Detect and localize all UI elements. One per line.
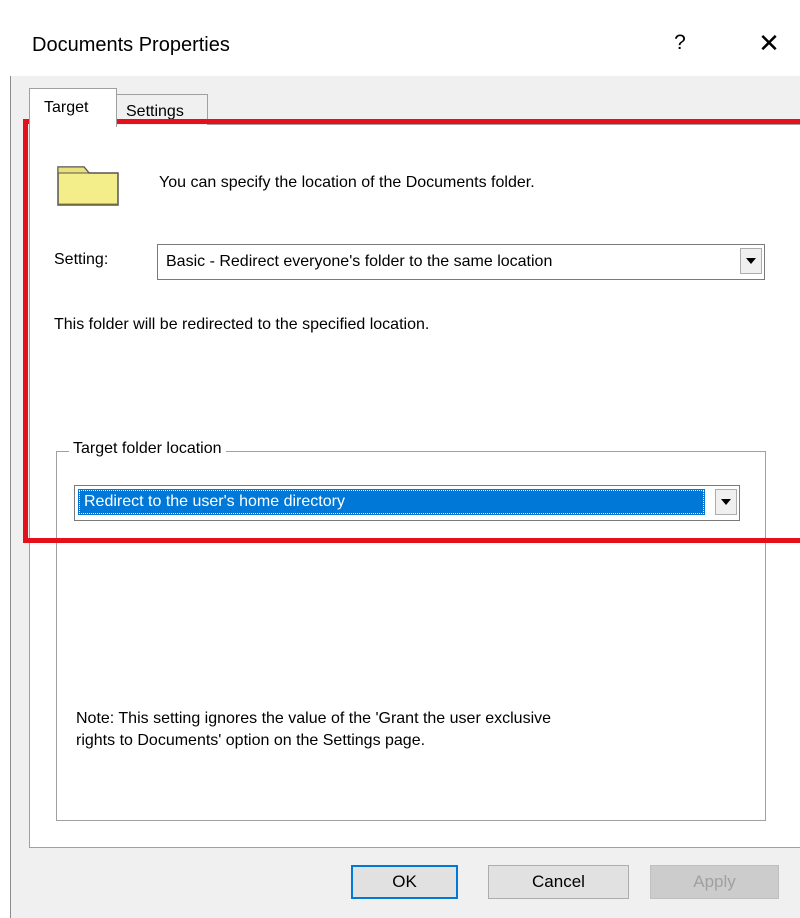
ok-button[interactable]: OK xyxy=(351,865,458,899)
target-location-selection: Redirect to the user's home directory xyxy=(78,489,705,515)
setting-label: Setting: xyxy=(54,251,109,268)
setting-dropdown-value: Basic - Redirect everyone's folder to th… xyxy=(166,253,553,270)
title-bar: Documents Properties ? ✕ xyxy=(10,6,800,76)
note-line-1: Note: This setting ignores the value of … xyxy=(76,710,552,727)
setting-dropdown[interactable]: Basic - Redirect everyone's folder to th… xyxy=(157,244,765,280)
redirect-note: This folder will be redirected to the sp… xyxy=(54,316,430,333)
apply-button[interactable]: Apply xyxy=(650,865,779,899)
target-location-value: Redirect to the user's home directory xyxy=(84,493,345,510)
tab-target[interactable]: Target xyxy=(29,88,117,127)
setting-dropdown-button[interactable] xyxy=(740,248,762,274)
tab-settings-label: Settings xyxy=(126,103,184,120)
folder-icon xyxy=(57,166,119,206)
tab-settings[interactable]: Settings xyxy=(115,94,208,125)
group-label: Target folder location xyxy=(69,440,226,458)
cancel-button[interactable]: Cancel xyxy=(488,865,629,899)
tab-target-label: Target xyxy=(44,99,89,116)
window-left-edge xyxy=(0,0,11,918)
intro-text: You can specify the location of the Docu… xyxy=(159,174,535,191)
note-line-2: rights to Documents' option on the Setti… xyxy=(76,732,426,749)
chevron-down-icon xyxy=(746,258,756,264)
window-title: Documents Properties xyxy=(32,34,230,56)
target-location-dropdown-button[interactable] xyxy=(715,489,737,515)
chevron-down-icon xyxy=(721,499,731,505)
close-button[interactable]: ✕ xyxy=(752,28,786,58)
help-button[interactable]: ? xyxy=(665,28,695,58)
note-text: Note: This setting ignores the value of … xyxy=(76,708,736,752)
target-location-dropdown[interactable]: Redirect to the user's home directory xyxy=(74,485,740,521)
